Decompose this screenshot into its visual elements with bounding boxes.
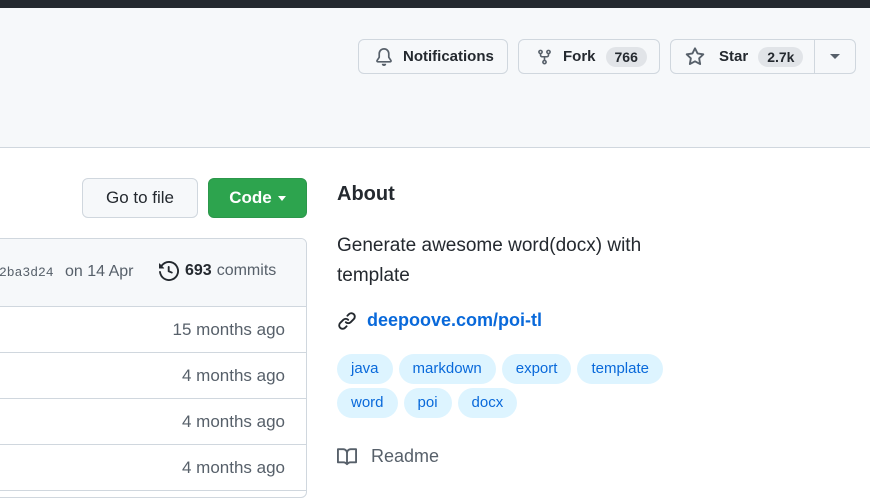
go-to-file-label: Go to file (105, 188, 175, 207)
topic-tag[interactable]: markdown (398, 354, 496, 384)
homepage-link[interactable]: deepoove.com/poi-tl (337, 310, 542, 331)
history-icon (159, 261, 179, 281)
commit-count: 693 (185, 262, 212, 279)
about-heading: About (337, 183, 395, 205)
file-list: 2ba3d24 on 14 Apr 693 commits 15 months … (0, 238, 307, 498)
file-age: 4 months ago (181, 458, 285, 477)
book-icon (337, 447, 357, 467)
topic-list: java markdown export template word poi d… (337, 354, 697, 418)
readme-link[interactable]: Readme (337, 446, 439, 467)
star-lists-dropdown[interactable] (815, 40, 855, 73)
fork-count: 766 (605, 46, 647, 67)
commit-date: on 14 Apr (65, 263, 134, 280)
fork-button[interactable]: Fork 766 (518, 39, 660, 74)
code-label: Code (229, 188, 272, 207)
commit-sha-link[interactable]: 2ba3d24 (0, 265, 54, 280)
notifications-button[interactable]: Notifications (358, 39, 508, 74)
about-description: Generate awesome word(docx) with templat… (337, 235, 642, 286)
star-button-group: Star 2.7k (670, 39, 856, 74)
star-label: Star (719, 48, 749, 65)
file-row[interactable]: 15 months ago (0, 307, 306, 353)
file-row[interactable]: 4 months ago (0, 445, 306, 491)
readme-label: Readme (371, 446, 440, 466)
file-age: 4 months ago (181, 412, 285, 431)
bell-icon (375, 47, 393, 66)
topic-tag[interactable]: template (577, 354, 663, 384)
commits-link[interactable]: 693 commits (159, 261, 276, 281)
star-icon (685, 46, 705, 67)
go-to-file-button[interactable]: Go to file (82, 178, 198, 218)
repo-header: Notifications Fork 766 Star 2.7k (0, 8, 870, 148)
repo-forked-icon (536, 48, 553, 66)
code-button[interactable]: Code (208, 178, 307, 218)
fork-label: Fork (563, 48, 596, 65)
topic-tag[interactable]: word (337, 388, 398, 418)
topic-tag[interactable]: java (337, 354, 393, 384)
top-navbar-edge (0, 0, 870, 8)
topic-tag[interactable]: poi (403, 388, 452, 418)
topic-tag[interactable]: docx (457, 388, 518, 418)
homepage-link-text: deepoove.com/poi-tl (367, 310, 543, 330)
notifications-label: Notifications (403, 48, 494, 65)
triangle-down-icon (277, 195, 286, 201)
file-age: 15 months ago (172, 320, 285, 339)
link-icon (337, 311, 357, 331)
star-button[interactable]: Star 2.7k (671, 40, 815, 73)
file-age: 4 months ago (181, 366, 285, 385)
topic-tag[interactable]: export (501, 354, 572, 384)
commits-label: commits (216, 262, 277, 279)
file-row[interactable]: 4 months ago (0, 353, 306, 399)
star-count: 2.7k (758, 46, 804, 67)
latest-commit-bar: 2ba3d24 on 14 Apr 693 commits (0, 239, 306, 307)
triangle-down-icon (830, 54, 840, 59)
file-row[interactable]: 4 months ago (0, 399, 306, 445)
